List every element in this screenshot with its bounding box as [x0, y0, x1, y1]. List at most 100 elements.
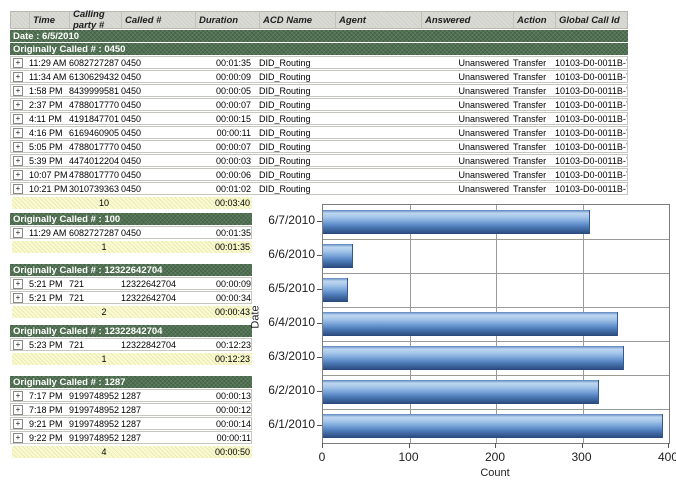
cell-time: 10:21 PM	[29, 184, 69, 194]
expand-button plus-icon[interactable]: +	[13, 279, 23, 289]
expand-button plus-icon[interactable]: +	[13, 293, 23, 303]
cell-duration: 00:12:23	[195, 340, 251, 350]
column-header-answered: Answered	[421, 12, 509, 28]
originally-called-group-header: Originally Called # : 100	[10, 213, 252, 225]
table-row[interactable]: +10:07 PM4788017770045000:00:06DID_Routi…	[10, 168, 628, 181]
table-row[interactable]: +5:05 PM4788017770045000:00:07DID_Routin…	[10, 140, 628, 153]
summary-call-count: 1	[89, 354, 119, 364]
cell-time: 4:11 PM	[29, 114, 69, 124]
table-row[interactable]: +11:29 AM6082727287045000:01:35	[10, 226, 252, 239]
column-header-spacer	[11, 12, 29, 28]
cell-action: Transfer	[513, 170, 555, 180]
cell-time: 5:05 PM	[29, 142, 69, 152]
cell-calling: 9199748952	[69, 391, 121, 401]
expand-button plus-icon[interactable]: +	[13, 100, 23, 110]
cell-global_id: 10103-D0-0011B-77E	[555, 170, 627, 180]
cell-duration: 00:00:14	[195, 419, 251, 429]
group-block: Originally Called # : 0450+11:29 AM60827…	[10, 43, 628, 209]
cell-called: 0450	[121, 72, 195, 82]
cell-answered: Unanswered	[421, 58, 509, 68]
cell-called: 0450	[121, 100, 195, 110]
y-tick-mark	[317, 357, 322, 358]
table-row[interactable]: +4:16 PM6169460905045000:00:11DID_Routin…	[10, 126, 628, 139]
horizontal-gridline	[323, 341, 669, 342]
expand-button plus-icon[interactable]: +	[13, 184, 23, 194]
table-row[interactable]: +9:21 PM9199748952128700:00:14	[10, 417, 252, 430]
cell-called: 12322842704	[121, 340, 195, 350]
cell-answered: Unanswered	[421, 86, 509, 96]
cell-duration: 00:00:05	[195, 86, 251, 96]
group-summary-row: 100:01:35	[12, 241, 252, 253]
expand-button plus-icon[interactable]: +	[13, 128, 23, 138]
table-row[interactable]: +7:18 PM9199748952128700:00:12	[10, 403, 252, 416]
cell-duration: 00:00:11	[195, 433, 251, 443]
expand-cell: +	[11, 391, 29, 401]
cell-duration: 00:00:09	[195, 72, 251, 82]
summary-total-duration: 00:12:23	[215, 354, 250, 364]
x-tick-label: 0	[319, 450, 326, 464]
cell-global_id: 10103-D0-0011B-771	[555, 100, 627, 110]
expand-cell: +	[11, 293, 29, 303]
table-row[interactable]: +5:21 PM7211232264270400:00:09	[10, 277, 252, 290]
table-row[interactable]: +4:11 PM4191847701045000:00:15DID_Routin…	[10, 112, 628, 125]
cell-global_id: 10103-D0-0011B-778	[555, 156, 627, 166]
cell-called: 0450	[121, 184, 195, 194]
originally-called-group-header: Originally Called # : 12322842704	[10, 325, 252, 337]
expand-button plus-icon[interactable]: +	[13, 170, 23, 180]
expand-button plus-icon[interactable]: +	[13, 114, 23, 124]
group-summary-row: 400:00:50	[12, 446, 252, 458]
expand-button plus-icon[interactable]: +	[13, 340, 23, 350]
cell-time: 5:21 PM	[29, 279, 69, 289]
y-tick-mark	[317, 425, 322, 426]
cell-calling: 721	[69, 279, 121, 289]
table-row[interactable]: +7:17 PM9199748952128700:00:13	[10, 389, 252, 402]
expand-button plus-icon[interactable]: +	[13, 391, 23, 401]
table-row[interactable]: +11:34 AM6130629432045000:00:09DID_Routi…	[10, 70, 628, 83]
table-row[interactable]: +2:37 PM4788017770045000:00:07DID_Routin…	[10, 98, 628, 111]
y-tick-mark	[317, 289, 322, 290]
table-row[interactable]: +11:29 AM6082727287045000:01:35DID_Routi…	[10, 56, 628, 69]
y-tick-label: 6/7/2010	[253, 214, 315, 227]
summary-total-duration: 00:03:40	[215, 198, 250, 208]
cell-calling: 6169460905	[69, 128, 121, 138]
cell-global_id: 10103-D0-0011B-772	[555, 114, 627, 124]
cell-action: Transfer	[513, 184, 555, 194]
table-row[interactable]: +5:39 PM4474012204045000:00:03DID_Routin…	[10, 154, 628, 167]
cell-duration: 00:00:06	[195, 170, 251, 180]
expand-cell: +	[11, 142, 29, 152]
group-summary-row: 200:00:43	[12, 306, 252, 318]
expand-button plus-icon[interactable]: +	[13, 405, 23, 415]
cell-called: 0450	[121, 156, 195, 166]
expand-button plus-icon[interactable]: +	[13, 58, 23, 68]
x-tick-label: 400	[658, 450, 676, 464]
table-row[interactable]: +9:22 PM9199748952128700:00:11	[10, 431, 252, 444]
cell-answered: Unanswered	[421, 72, 509, 82]
column-header-duration: Duration	[195, 12, 251, 28]
expand-button plus-icon[interactable]: +	[13, 86, 23, 96]
cell-time: 5:39 PM	[29, 156, 69, 166]
expand-button plus-icon[interactable]: +	[13, 156, 23, 166]
summary-call-count: 4	[89, 447, 119, 457]
expand-cell: +	[11, 405, 29, 415]
table-row[interactable]: +5:23 PM7211232284270400:12:23	[10, 338, 252, 351]
table-row[interactable]: +1:58 PM8439999581045000:00:05DID_Routin…	[10, 84, 628, 97]
cell-answered: Unanswered	[421, 156, 509, 166]
cell-global_id: 10103-D0-0011B-76F	[555, 72, 627, 82]
expand-cell: +	[11, 114, 29, 124]
expand-button plus-icon[interactable]: +	[13, 419, 23, 429]
cell-answered: Unanswered	[421, 128, 509, 138]
cell-action: Transfer	[513, 58, 555, 68]
cell-time: 1:58 PM	[29, 86, 69, 96]
table-row[interactable]: +5:21 PM7211232264270400:00:34	[10, 291, 252, 304]
expand-cell: +	[11, 228, 29, 238]
expand-button plus-icon[interactable]: +	[13, 228, 23, 238]
x-tick-label: 200	[485, 450, 505, 464]
expand-button plus-icon[interactable]: +	[13, 142, 23, 152]
table-row[interactable]: +10:21 PM3010739363045000:01:02DID_Routi…	[10, 182, 628, 195]
summary-call-count: 10	[89, 198, 119, 208]
cell-duration: 00:00:07	[195, 142, 251, 152]
expand-button plus-icon[interactable]: +	[13, 72, 23, 82]
cell-global_id: 10103-D0-0011B-773	[555, 128, 627, 138]
expand-button plus-icon[interactable]: +	[13, 433, 23, 443]
cell-called: 1287	[121, 405, 195, 415]
